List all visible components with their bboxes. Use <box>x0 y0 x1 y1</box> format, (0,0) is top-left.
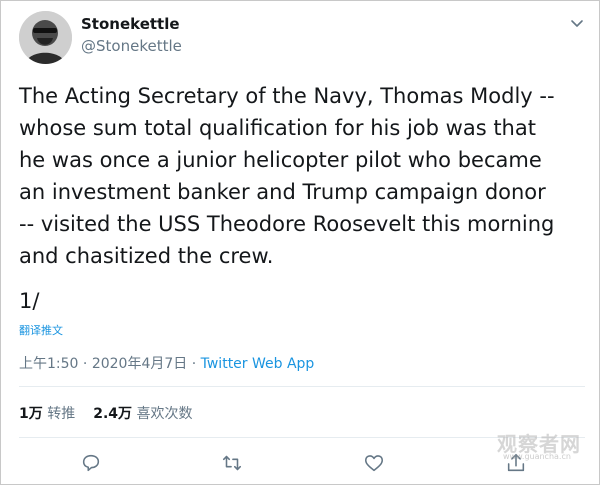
display-name[interactable]: Stonekettle <box>81 15 180 33</box>
tweet-meta: 上午1:50 · 2020年4月7日 · Twitter Web App <box>19 353 314 373</box>
chevron-down-icon[interactable] <box>568 14 586 32</box>
tweet-time[interactable]: 上午1:50 <box>19 356 78 372</box>
meta-separator: · <box>78 356 92 372</box>
meta-separator-2: · <box>187 356 201 372</box>
retweet-icon[interactable] <box>221 452 243 474</box>
retweets-stat[interactable]: 1万 转推 <box>19 406 75 422</box>
heart-icon[interactable] <box>363 452 385 474</box>
user-handle[interactable]: @Stonekettle <box>81 37 182 55</box>
watermark-url: www.guancha.cn <box>503 452 571 461</box>
tweet-stats: 1万 转推 2.4万 喜欢次数 <box>19 403 192 423</box>
retweets-count: 1万 <box>19 406 43 422</box>
thread-marker: 1/ <box>19 289 40 313</box>
likes-stat[interactable]: 2.4万 喜欢次数 <box>93 406 192 422</box>
likes-label: 喜欢次数 <box>136 406 193 422</box>
divider <box>19 386 585 387</box>
avatar[interactable] <box>19 11 72 64</box>
tweet-source[interactable]: Twitter Web App <box>201 356 315 372</box>
likes-count: 2.4万 <box>93 406 133 422</box>
retweets-label: 转推 <box>47 406 76 422</box>
tweet-text: The Acting Secretary of the Navy, Thomas… <box>19 84 555 268</box>
reply-icon[interactable] <box>80 452 102 474</box>
translate-tweet-link[interactable]: 翻译推文 <box>19 322 63 338</box>
tweet-date[interactable]: 2020年4月7日 <box>92 356 187 372</box>
